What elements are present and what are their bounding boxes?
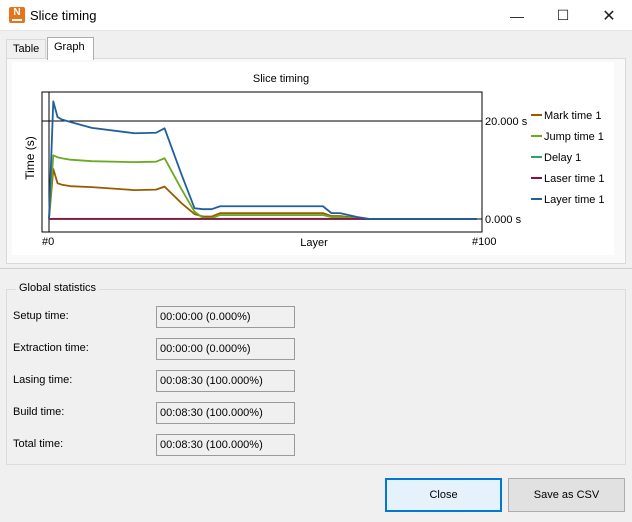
- total-time-field: 00:08:30 (100.000%): [156, 434, 295, 456]
- slice-timing-chart: Slice timing Time (s) Layer #0 #100 0.000 …: [23, 73, 605, 249]
- lasing-time-label: Lasing time:: [13, 374, 73, 386]
- chart-title: Slice timing: [253, 73, 309, 85]
- legend-entry: Mark time 1: [544, 110, 601, 122]
- extraction-time-label: Extraction time:: [13, 342, 89, 354]
- x-tick-label: #0: [42, 236, 54, 248]
- global-statistics-group: Global statistics: [6, 282, 626, 465]
- legend-entry: Delay 1: [544, 152, 581, 164]
- lasing-time-field: 00:08:30 (100.000%): [156, 370, 295, 392]
- x-axis-label: Layer: [300, 237, 328, 249]
- tab-table[interactable]: Table: [6, 39, 46, 59]
- minimize-button[interactable]: —: [494, 0, 540, 31]
- extraction-time-field: 00:00:00 (0.000%): [156, 338, 295, 360]
- y-axis-label: Time (s): [23, 136, 37, 180]
- build-time-label: Build time:: [13, 406, 65, 418]
- close-button[interactable]: Close: [385, 478, 502, 512]
- setup-time-label: Setup time:: [13, 310, 69, 322]
- save-as-csv-button[interactable]: Save as CSV: [508, 478, 625, 512]
- y-tick-label: 0.000 s: [485, 214, 522, 226]
- total-time-label: Total time:: [13, 438, 64, 450]
- legend-entry: Layer time 1: [544, 194, 605, 206]
- x-tick-label: #100: [472, 236, 496, 248]
- title-bar: N Slice timing — ☐ ✕: [0, 0, 632, 31]
- panel-splitter[interactable]: [0, 268, 632, 270]
- maximize-button[interactable]: ☐: [540, 0, 586, 31]
- close-window-button[interactable]: ✕: [586, 0, 632, 31]
- setup-time-field: 00:00:00 (0.000%): [156, 306, 295, 328]
- y-tick-label: 20.000 s: [485, 116, 528, 128]
- build-time-field: 00:08:30 (100.000%): [156, 402, 295, 424]
- window-title: Slice timing: [30, 8, 97, 23]
- tab-graph[interactable]: Graph: [47, 37, 94, 60]
- global-statistics-title: Global statistics: [16, 282, 100, 294]
- chart-area: Slice timing Time (s) Layer #0 #100 0.000 …: [12, 62, 614, 255]
- legend-entry: Jump time 1: [544, 131, 604, 143]
- app-icon: N: [9, 7, 25, 23]
- legend-entry: Laser time 1: [544, 173, 605, 185]
